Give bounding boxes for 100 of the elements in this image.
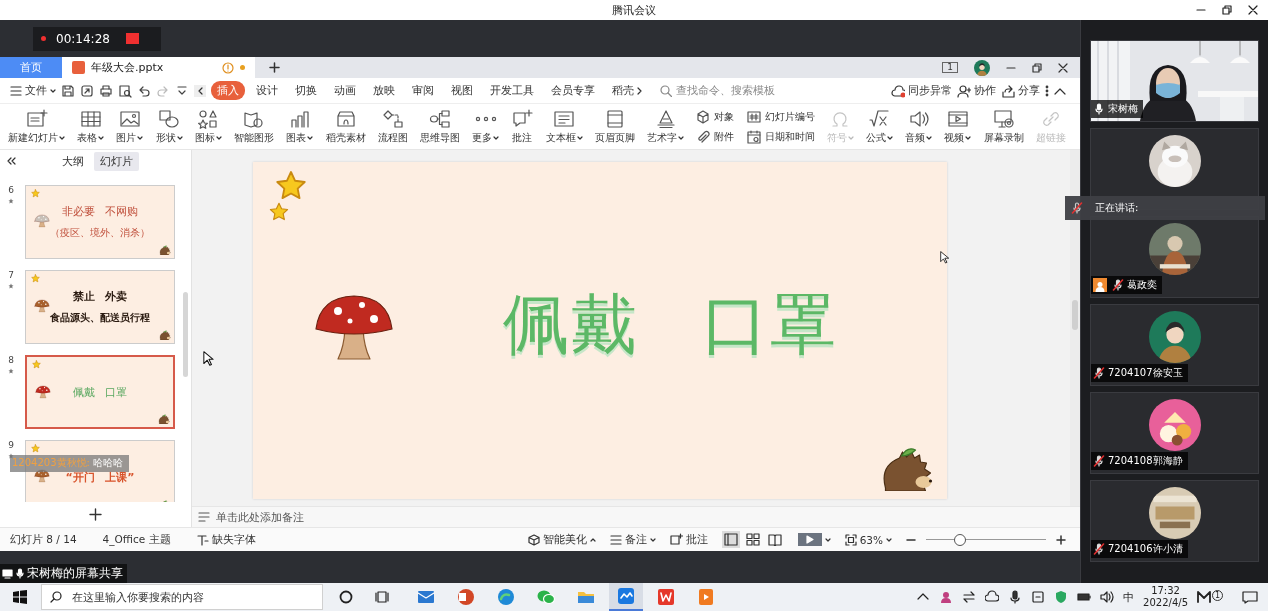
slide-number: 6 <box>8 185 14 195</box>
cortana-icon[interactable] <box>339 590 353 604</box>
slider-thumb[interactable] <box>953 533 966 546</box>
ribbon-tab[interactable]: 审阅 <box>406 81 440 100</box>
notes-button[interactable]: 备注 <box>609 532 656 547</box>
print-preview-icon[interactable] <box>118 83 132 98</box>
restore-icon[interactable] <box>1032 62 1042 73</box>
collapse-panel-icon[interactable] <box>6 157 16 165</box>
ribbon-tab[interactable]: 会员专享 <box>545 81 601 100</box>
zoom-slider[interactable] <box>926 532 1046 547</box>
person-icon[interactable] <box>939 590 954 604</box>
file-menu[interactable]: 文件 <box>10 83 56 98</box>
shield-icon[interactable] <box>1054 590 1069 604</box>
screen-button[interactable]: 1 <box>942 62 958 73</box>
slide-thumbnail[interactable]: 非必要 不网购 （疫区、境外、消杀） <box>25 185 175 259</box>
scroll-tabs-button[interactable] <box>194 84 206 97</box>
scrollbar-thumb[interactable] <box>183 292 188 377</box>
action-center-icon[interactable] <box>1242 590 1258 604</box>
task-view-icon[interactable] <box>375 590 391 604</box>
cloud-icon[interactable] <box>985 590 1000 604</box>
ribbon-tab[interactable]: 设计 <box>250 81 284 100</box>
ribbon-button[interactable]: 表格 <box>77 108 105 145</box>
toolbar-action[interactable]: 分享 <box>1001 83 1040 98</box>
ribbon-button[interactable]: 幻灯片编号 <box>746 109 815 124</box>
view-button[interactable] <box>721 531 740 548</box>
save-icon[interactable] <box>61 83 75 98</box>
speaking-label: 正在讲话: <box>1095 201 1139 215</box>
add-slide-icon[interactable] <box>89 508 102 521</box>
export-icon[interactable] <box>80 83 94 98</box>
ribbon-tab[interactable]: 视图 <box>445 81 479 100</box>
ribbon-button[interactable]: 新建幻灯片 <box>8 108 65 145</box>
ribbon-button[interactable]: 图片 <box>116 108 144 145</box>
ribbon-button[interactable]: 文本框 <box>545 108 583 145</box>
menu-icon <box>10 85 22 96</box>
comment-button[interactable]: 批注 <box>669 532 708 547</box>
ribbon-button[interactable]: 形状 <box>155 108 183 145</box>
taskbar-search-field[interactable]: 在这里输入你要搜索的内容 <box>41 584 323 610</box>
ribbon-button[interactable]: 思维导图 <box>419 108 460 145</box>
beautify-button[interactable]: 智能美化 <box>527 532 596 547</box>
toolbar-action[interactable]: 协作 <box>957 83 996 98</box>
more-options-icon[interactable] <box>1045 84 1049 97</box>
ribbon-button[interactable]: 智能图形 <box>234 108 275 145</box>
missing-font-button[interactable]: 缺失字体 <box>196 532 256 547</box>
ribbon-button[interactable]: 日期和时间 <box>746 129 815 144</box>
fit-zoom-button[interactable]: 63% <box>844 533 892 546</box>
input-method-indicator[interactable]: 中 <box>1123 589 1135 605</box>
restore-icon[interactable] <box>1222 5 1232 15</box>
ribbon-button[interactable]: 艺术字 <box>647 108 685 145</box>
document-tab[interactable]: 年级大会.pptx <box>62 57 255 78</box>
ribbon-tab[interactable]: 放映 <box>367 81 401 100</box>
battery-icon[interactable] <box>1077 590 1092 604</box>
taskbar-app[interactable] <box>609 583 643 611</box>
microphone-icon[interactable] <box>1008 590 1023 604</box>
meeting-app-icon <box>616 586 636 606</box>
ribbon-button[interactable]: 稻壳素材 <box>325 108 366 145</box>
ribbon-button[interactable]: 图标 <box>194 108 222 145</box>
view-button[interactable] <box>765 531 784 548</box>
share-icon <box>1001 83 1015 98</box>
notes-field[interactable]: 单击此处添加备注 <box>192 506 1080 527</box>
ribbon-tab[interactable]: 开发工具 <box>484 81 540 100</box>
ribbon-button[interactable]: 页眉页脚 <box>594 108 635 145</box>
ribbon-button[interactable]: 流程图 <box>377 108 408 145</box>
add-person-icon <box>957 83 971 98</box>
ribbon-tab[interactable]: 切换 <box>289 81 323 100</box>
print-icon[interactable] <box>99 83 113 98</box>
ribbon-button[interactable]: 音频 <box>905 108 933 145</box>
volume-icon[interactable] <box>1100 590 1115 604</box>
toolbar-action[interactable]: 同步异常 <box>891 83 952 98</box>
ribbon-button[interactable]: 图表 <box>286 108 314 145</box>
slide-thumbnail[interactable]: 禁止 外卖 食品源头、配送员行程 <box>25 270 175 344</box>
zoom-in-icon[interactable] <box>1056 534 1066 545</box>
ribbon-button[interactable]: 对象 <box>696 109 735 124</box>
collapse-ribbon-icon[interactable] <box>1054 86 1066 95</box>
start-icon[interactable] <box>13 590 27 604</box>
scrollbar-thumb[interactable] <box>1072 300 1078 330</box>
ribbon-button[interactable]: 屏幕录制 <box>983 108 1024 145</box>
stop-recording-button[interactable] <box>125 33 139 44</box>
meeting-tray-icon[interactable] <box>1197 590 1211 604</box>
play-slideshow-button[interactable] <box>797 533 822 546</box>
close-icon[interactable] <box>1248 5 1258 15</box>
close-icon[interactable] <box>1058 62 1068 73</box>
ribbon-tab[interactable]: 稻壳 <box>606 81 649 100</box>
ribbon-button[interactable]: 更多 <box>472 108 500 145</box>
star-drawing <box>32 360 41 369</box>
panel-tab[interactable]: 大纲 <box>56 151 90 171</box>
view-button[interactable] <box>743 531 762 548</box>
shapes-icon <box>158 108 181 129</box>
command-search-field[interactable]: 查找命令、搜索模板 <box>660 84 810 97</box>
panel-tab[interactable]: 幻灯片 <box>94 151 139 171</box>
sync-icon[interactable] <box>962 590 977 604</box>
ribbon-button[interactable]: 公式 <box>865 108 893 145</box>
ribbon-button[interactable]: 视频 <box>944 108 972 145</box>
clock[interactable]: 17:32 2022/4/5 <box>1143 585 1188 609</box>
play-icon <box>805 535 814 544</box>
ribbon-button[interactable]: 批注 <box>511 108 534 145</box>
notes-icon <box>609 534 622 545</box>
new-tab-icon[interactable] <box>269 62 280 73</box>
tablet-icon[interactable] <box>1031 590 1046 604</box>
ribbon-tab[interactable]: 动画 <box>328 81 362 100</box>
ribbon-button[interactable]: 附件 <box>696 129 735 144</box>
